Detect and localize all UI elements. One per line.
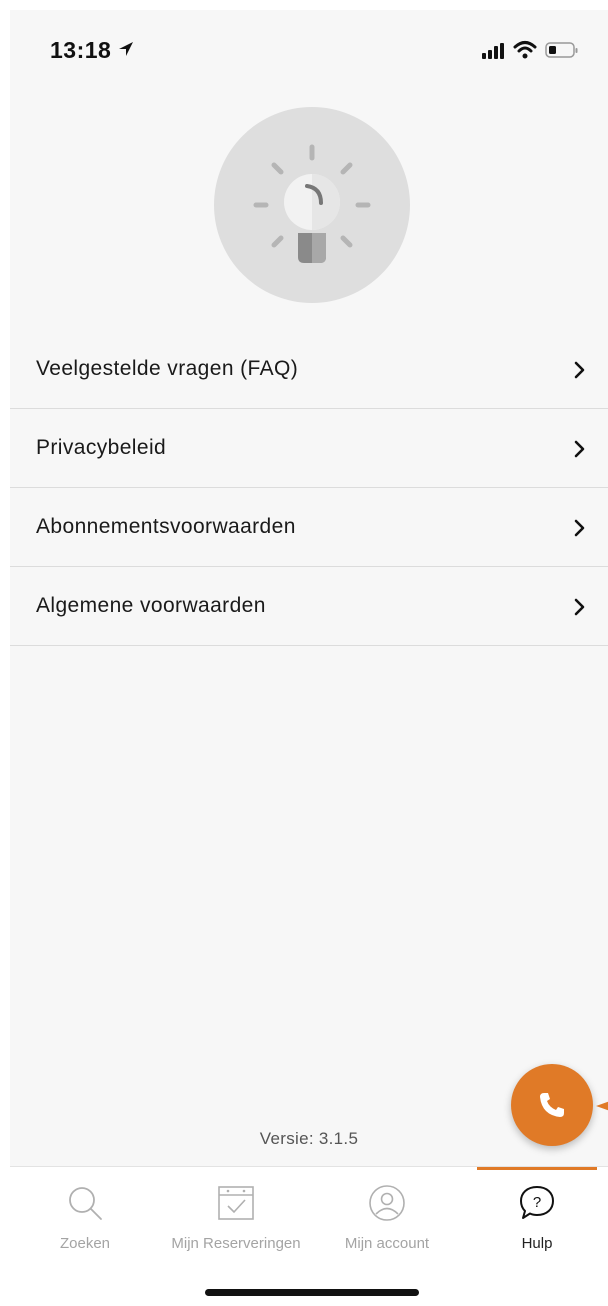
call-button[interactable] (511, 1064, 593, 1146)
version-label: Versie: 3.1.5 (259, 1129, 359, 1148)
calendar-check-icon (216, 1183, 256, 1228)
status-time: 13:18 (50, 37, 112, 63)
pointer-arrow-icon (596, 1101, 608, 1111)
battery-icon (545, 41, 579, 64)
menu-item-label: Privacybeleid (36, 436, 167, 459)
wifi-icon (513, 40, 537, 65)
tab-hulp[interactable]: ? Hulp (462, 1167, 608, 1267)
help-screen: 13:18 Veelgestelde vragen (FAQ) Privacyb… (10, 10, 608, 1306)
tab-label: Hulp (521, 1235, 553, 1252)
tab-mijn-account[interactable]: Mijn account (312, 1167, 462, 1267)
menu-item-label: Veelgestelde vragen (FAQ) (36, 357, 299, 380)
chevron-right-icon (574, 598, 586, 621)
tab-zoeken[interactable]: Zoeken (10, 1167, 160, 1267)
menu-item-general-terms[interactable]: Algemene voorwaarden (10, 567, 608, 646)
tab-label: Mijn Reserveringen (171, 1235, 301, 1252)
svg-text:?: ? (533, 1194, 541, 1211)
tab-mijn-reserveringen[interactable]: Mijn Reserveringen (161, 1167, 311, 1267)
menu-item-faq[interactable]: Veelgestelde vragen (FAQ) (10, 330, 608, 409)
location-arrow-icon (117, 40, 135, 63)
phone-icon (540, 1093, 564, 1117)
home-indicator[interactable] (205, 1289, 419, 1296)
tab-bar: Zoeken Mijn Reserveringen Mijn account ?… (10, 1166, 608, 1306)
help-menu: Veelgestelde vragen (FAQ) Privacybeleid … (10, 330, 608, 646)
status-bar: 13:18 (10, 10, 608, 90)
menu-item-privacy[interactable]: Privacybeleid (10, 409, 608, 488)
signal-icon (482, 43, 506, 64)
chevron-right-icon (574, 361, 586, 384)
tab-label: Mijn account (344, 1235, 430, 1252)
hero-illustration (214, 107, 410, 303)
menu-item-subscription-terms[interactable]: Abonnementsvoorwaarden (10, 488, 608, 567)
user-icon (367, 1183, 407, 1228)
menu-item-label: Abonnementsvoorwaarden (36, 515, 296, 538)
help-bubble-icon: ? (517, 1183, 557, 1228)
lightbulb-icon (253, 144, 371, 263)
chevron-right-icon (574, 440, 586, 463)
search-icon (65, 1183, 105, 1228)
tab-label: Zoeken (59, 1235, 111, 1252)
menu-item-label: Algemene voorwaarden (36, 594, 266, 617)
chevron-right-icon (574, 519, 586, 542)
